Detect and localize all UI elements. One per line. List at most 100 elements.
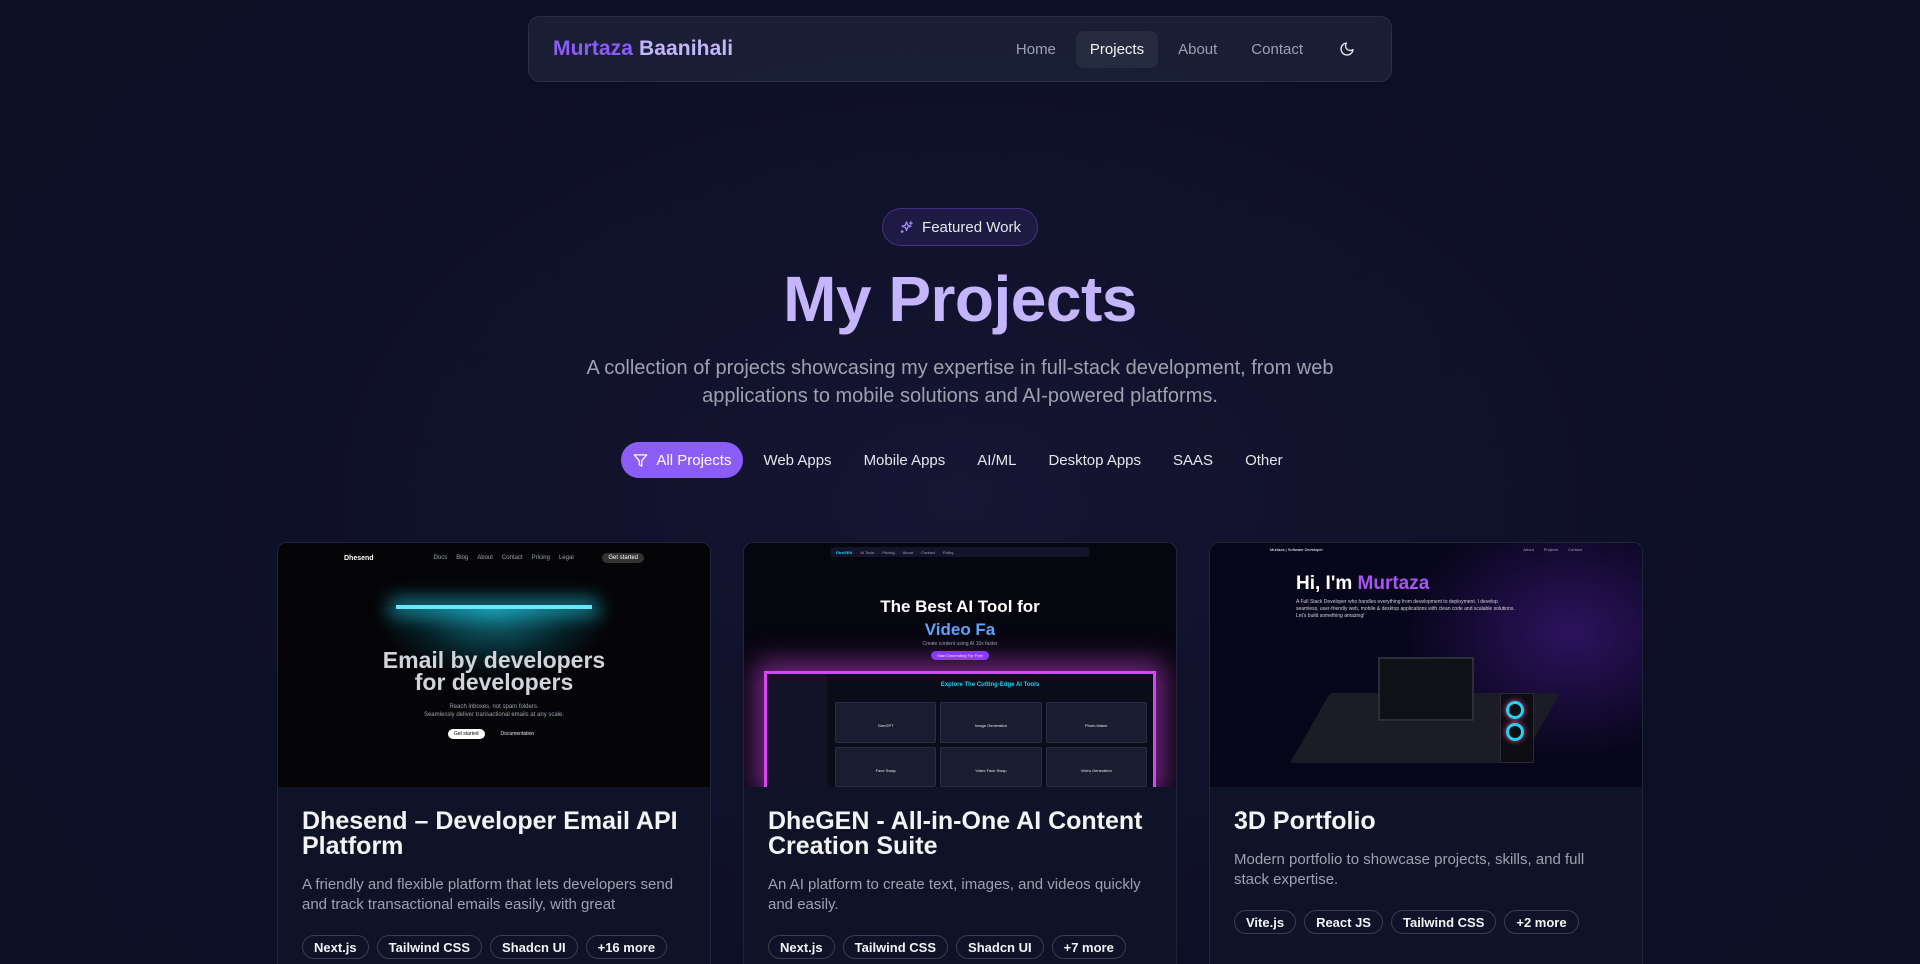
- card-body: 3D Portfolio Modern portfolio to showcas…: [1210, 787, 1642, 956]
- project-description: Modern portfolio to showcase projects, s…: [1234, 851, 1585, 888]
- project-description: An AI platform to create text, images, a…: [768, 876, 1141, 913]
- filter-icon: [634, 453, 648, 467]
- project-card-dhesend[interactable]: Dhesend Docs Blog About Contact Pricing …: [277, 542, 711, 964]
- thumb-headline-line: Video Fa: [924, 620, 996, 639]
- filter-label: All Projects: [656, 451, 732, 469]
- thumb-monitor: [1378, 657, 1474, 721]
- thumb-headline: Email by developers for developers: [278, 647, 710, 695]
- tech-tag: Shadcn UI: [956, 935, 1044, 959]
- project-card-dhegen[interactable]: DheGEN AI Tools Pricing About Contact Po…: [743, 542, 1177, 964]
- thumb-intro: A Full Stack Developer who handles every…: [1296, 599, 1515, 619]
- thumb-greeting: Hi, I'm Murtaza: [1296, 573, 1429, 595]
- thumb-tool-label: Photo Maker: [1084, 723, 1108, 728]
- filter-desktop-apps[interactable]: Desktop Apps: [1032, 442, 1157, 478]
- thumb-headline-line: Email by developers: [382, 647, 606, 673]
- thumb-nav-link: AI Tools: [860, 549, 875, 555]
- thumb-headline-line: for developers: [414, 669, 574, 695]
- thumb-primary-button: Get started: [447, 729, 485, 739]
- filter-ai-ml[interactable]: AI/ML: [961, 442, 1032, 478]
- tech-tag: Next.js: [768, 935, 835, 959]
- thumb-tagline-line: Seamlessly deliver transactional emails …: [423, 712, 565, 718]
- tech-tag: Next.js: [302, 935, 369, 959]
- filter-web-apps[interactable]: Web Apps: [747, 442, 847, 478]
- thumb-nav-link: Policy: [942, 549, 954, 555]
- nav-link-projects[interactable]: Projects: [1075, 30, 1159, 68]
- brand-logo[interactable]: Murtaza Baanihali: [553, 37, 733, 61]
- featured-work-badge: Featured Work: [882, 208, 1038, 246]
- thumb-fan: [1506, 701, 1524, 719]
- thumb-dashboard-frame: Explore The Cutting-Edge AI Tools GenGPT…: [764, 671, 1156, 787]
- more-tags-badge[interactable]: +16 more: [585, 935, 668, 959]
- project-title: Dhesend – Developer Email API Platform: [302, 807, 678, 860]
- thumb-tool-card: Image Generation: [940, 702, 1042, 743]
- thumb-nav-link: Contact: [921, 549, 935, 555]
- thumb-cta: Get started: [602, 553, 644, 563]
- thumb-nav: Dhesend Docs Blog About Contact Pricing …: [344, 553, 644, 563]
- top-navbar: Murtaza Baanihali Home Projects About Co…: [528, 16, 1392, 82]
- filter-all-projects[interactable]: All Projects: [621, 442, 744, 478]
- card-body: Dhesend – Developer Email API Platform A…: [278, 787, 710, 964]
- filter-mobile-apps[interactable]: Mobile Apps: [848, 442, 962, 478]
- thumb-tagline-line: Reach inboxes, not spam folders.: [449, 704, 539, 710]
- thumb-tool-card: Video Face Swap: [940, 746, 1042, 787]
- filter-other[interactable]: Other: [1229, 442, 1299, 478]
- thumb-nav-link: Legal: [558, 555, 574, 561]
- nav-link-home[interactable]: Home: [1002, 31, 1070, 68]
- more-tags-badge[interactable]: +2 more: [1504, 910, 1579, 934]
- thumb-nav-link: About: [1523, 547, 1534, 552]
- thumb-greeting-text: Hi, I'm: [1296, 573, 1353, 594]
- thumb-tool-label: Face Swap: [875, 767, 896, 773]
- project-thumbnail: Dhesend Docs Blog About Contact Pricing …: [278, 543, 710, 787]
- thumb-tool-label: Image Generation: [974, 723, 1007, 728]
- thumb-light-bar: [396, 605, 592, 609]
- tech-tag: React JS: [1304, 910, 1383, 934]
- nav-links: Home Projects About Contact: [1002, 29, 1367, 69]
- project-title: 3D Portfolio: [1234, 807, 1376, 835]
- thumb-tool-label: GenGPT: [877, 723, 894, 728]
- thumb-nav-link: Contact: [501, 555, 523, 561]
- tech-tags: Next.js Tailwind CSS Shadcn UI +7 more: [768, 935, 1152, 959]
- nav-link-about[interactable]: About: [1164, 31, 1231, 68]
- thumb-greeting-name: Murtaza: [1357, 573, 1430, 594]
- project-card-3d-portfolio[interactable]: Murtaza | Software Developer About Proje…: [1209, 542, 1643, 964]
- thumb-cta: Start Generating For Free: [931, 651, 989, 660]
- project-thumbnail: Murtaza | Software Developer About Proje…: [1210, 543, 1642, 787]
- tech-tag: Tailwind CSS: [1390, 910, 1497, 934]
- thumb-nav-link: Pricing: [531, 555, 550, 561]
- thumb-buttons: Get started Documentation: [278, 729, 710, 739]
- tech-tag: Tailwind CSS: [376, 935, 483, 959]
- thumb-nav-link: Blog: [456, 555, 469, 561]
- thumb-fan: [1506, 723, 1524, 741]
- project-thumbnail: DheGEN AI Tools Pricing About Contact Po…: [744, 543, 1176, 787]
- theme-toggle-button[interactable]: [1327, 29, 1367, 69]
- filter-saas[interactable]: SAAS: [1157, 442, 1229, 478]
- tech-tags: Next.js Tailwind CSS Shadcn UI +16 more: [302, 935, 686, 959]
- project-filter-bar: All Projects Web Apps Mobile Apps AI/ML …: [0, 442, 1920, 478]
- thumb-nav-link: Contact: [1568, 547, 1582, 552]
- thumb-nav-link: About: [902, 549, 914, 555]
- thumb-tool-label: Video Generation: [1080, 767, 1112, 773]
- thumb-tagline: Reach inboxes, not spam folders. Seamles…: [278, 703, 710, 719]
- card-body: DheGEN - All-in-One AI Content Creation …: [744, 787, 1176, 964]
- thumb-nav-link: Projects: [1543, 547, 1559, 552]
- page-title: My Projects: [783, 263, 1137, 335]
- project-description: A friendly and flexible platform that le…: [302, 876, 674, 913]
- thumb-headline: The Best AI Tool for Video Fa: [744, 595, 1176, 641]
- thumb-tool-grid: GenGPT Image Generation Photo Maker Face…: [835, 702, 1147, 787]
- thumb-logo: Dhesend: [344, 554, 374, 562]
- thumb-logo: DheGEN: [836, 549, 853, 555]
- thumb-nav-link: Pricing: [882, 549, 895, 555]
- tech-tags: Vite.js React JS Tailwind CSS +2 more: [1234, 910, 1618, 934]
- nav-link-contact[interactable]: Contact: [1237, 31, 1317, 68]
- thumb-tool-card: Video Generation: [1045, 746, 1147, 787]
- thumb-tool-card: GenGPT: [835, 702, 937, 743]
- brand-first-name: Murtaza: [553, 37, 634, 60]
- sparkles-icon: [900, 220, 913, 233]
- thumb-headline-line: The Best AI Tool for: [880, 597, 1040, 616]
- more-tags-badge[interactable]: +7 more: [1051, 935, 1126, 959]
- tech-tag: Tailwind CSS: [842, 935, 949, 959]
- thumb-nav-link: Docs: [433, 555, 448, 561]
- badge-label: Featured Work: [922, 218, 1021, 236]
- thumb-sidebar: [767, 674, 827, 787]
- tech-tag: Shadcn UI: [490, 935, 578, 959]
